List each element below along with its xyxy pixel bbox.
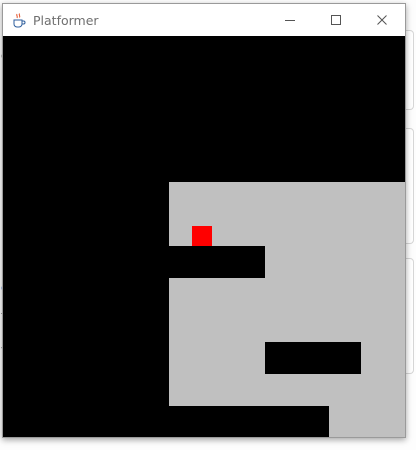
minimize-icon [284, 11, 296, 30]
minimize-button[interactable] [267, 4, 313, 36]
platformer-window[interactable]: Platformer [2, 3, 406, 438]
window-title: Platformer [33, 12, 99, 28]
title-bar[interactable]: Platformer [3, 4, 405, 36]
close-icon [376, 11, 388, 30]
maximize-button[interactable] [313, 4, 359, 36]
maximize-icon [330, 11, 342, 30]
platform [169, 406, 329, 437]
player-character [192, 226, 212, 246]
java-coffee-cup-icon [11, 12, 27, 28]
platform [169, 246, 265, 278]
platform [265, 342, 361, 374]
level-floor-region [169, 182, 405, 437]
game-canvas[interactable] [3, 36, 405, 437]
close-button[interactable] [359, 4, 405, 36]
